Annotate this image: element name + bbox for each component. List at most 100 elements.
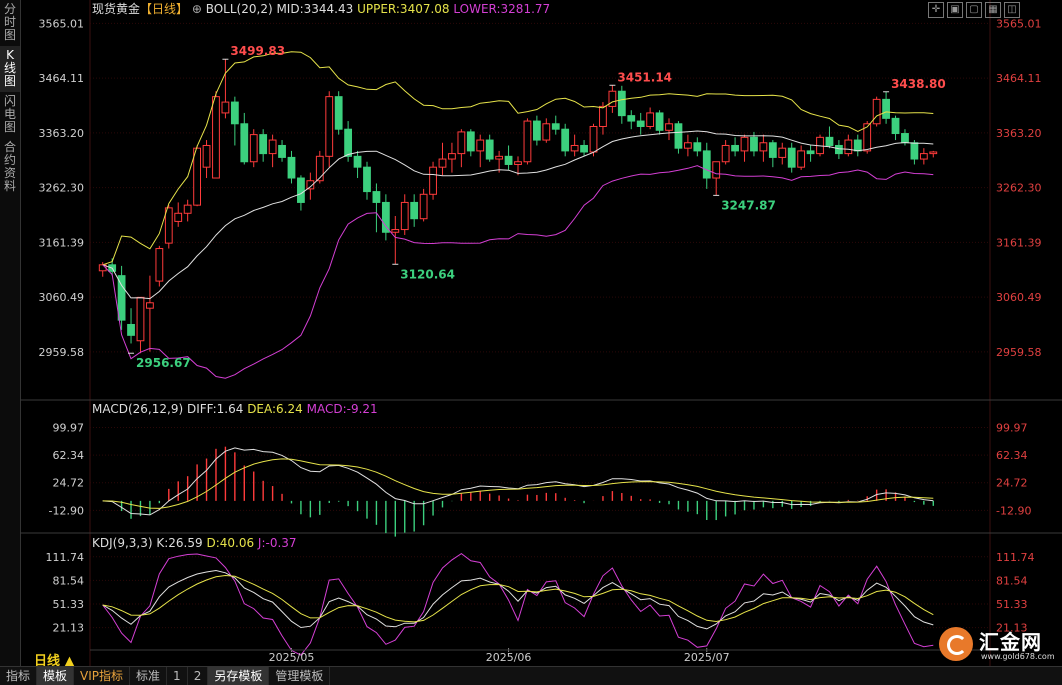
candle-body: [693, 142, 702, 152]
candle-body: [910, 142, 919, 160]
x-tick-2: 2025/07: [684, 651, 730, 664]
candle-body: [580, 144, 588, 153]
candle-body: [561, 128, 570, 152]
chart-canvas[interactable]: 3565.01 3565.01 3464.11 3464.11 3363.20 3363.…: [20, 0, 1062, 666]
candle-body: [372, 191, 381, 203]
candle-body: [466, 131, 475, 152]
kdj-d-line: [102, 574, 934, 623]
candle-body: [127, 323, 135, 336]
candle-body: [929, 151, 938, 155]
logo-icon: [939, 627, 973, 661]
candle-body: [768, 142, 777, 158]
candle-body: [570, 144, 579, 152]
annotation-1: 3451.14: [617, 70, 672, 84]
y-tick-left-4: 3161.39: [39, 236, 85, 249]
restore-icon[interactable]: ◫: [1004, 2, 1020, 18]
candle-body: [825, 136, 834, 146]
candle-body: [787, 147, 796, 168]
candle-body: [806, 150, 815, 155]
candle-body: [193, 147, 201, 206]
candle-body: [872, 98, 881, 125]
candle-body: [901, 133, 909, 144]
boll-mid-line: [102, 130, 934, 300]
y-tick-right-2: 3363.20: [996, 127, 1042, 140]
candle-body: [853, 139, 862, 152]
y-tick-right-3: 3262.30: [996, 182, 1042, 195]
candle-body: [683, 142, 692, 149]
candle-body: [363, 166, 371, 193]
side-tab-0[interactable]: 分时图: [0, 0, 20, 46]
candle-body: [212, 96, 220, 179]
y-tick-left-2: 3363.20: [39, 127, 85, 140]
candle-body: [476, 139, 485, 152]
logo-text: 汇金网: [979, 630, 1042, 654]
candle-body: [485, 139, 494, 160]
candle-body: [797, 150, 806, 168]
annotation-3: 2956.67: [136, 356, 191, 370]
candle-body: [731, 144, 739, 152]
candle-body: [174, 212, 183, 222]
candle-body: [778, 147, 787, 158]
kdj-tick-left-2: 51.33: [53, 598, 85, 611]
annotation-2: 3438.80: [891, 77, 946, 91]
side-tab-1[interactable]: K线图: [0, 46, 20, 92]
y-tick-right-1: 3464.11: [996, 72, 1042, 85]
main-header: 现货黄金【日线】 ⊕ BOLL(20,2) MID:3344.43 UPPER:…: [92, 1, 550, 16]
candle-body: [750, 136, 758, 152]
bottom-tab-4[interactable]: 1: [167, 667, 188, 685]
candle-body: [249, 134, 258, 163]
candle-body: [844, 139, 853, 155]
kdj-tick-left-0: 111.74: [46, 551, 85, 564]
zoom-in-icon[interactable]: ▣: [947, 2, 963, 18]
logo-url: www.gold678.com: [981, 652, 1055, 661]
candle-body: [381, 201, 390, 233]
y-tick-left-6: 2959.58: [39, 346, 85, 359]
candle-body: [599, 105, 607, 127]
candle-body: [136, 296, 145, 342]
bottom-tab-0[interactable]: 指标: [0, 667, 38, 685]
grid-icon[interactable]: ▦: [985, 2, 1001, 18]
candle-body: [589, 125, 598, 153]
candle-body: [919, 153, 928, 160]
bottom-tab-5[interactable]: 2: [188, 667, 209, 685]
annotation-5: 3247.87: [721, 198, 776, 212]
candle-body: [721, 144, 730, 163]
candle-body: [542, 123, 551, 141]
x-tick-1: 2025/06: [486, 651, 532, 664]
bottom-tab-7[interactable]: 管理模板: [269, 667, 331, 685]
candle-body: [448, 153, 456, 160]
candle-body: [532, 120, 541, 141]
macd-tick-left-0: 99.97: [53, 422, 85, 435]
window-icons: ✛ ▣ ▢ ▦ ◫: [928, 2, 1020, 18]
bottom-tab-6[interactable]: 另存模板: [208, 667, 270, 685]
candle-body: [297, 177, 305, 203]
macd-tick-right-1: 62.34: [996, 449, 1028, 462]
macd-tick-right-0: 99.97: [996, 422, 1028, 435]
y-tick-left-1: 3464.11: [39, 72, 85, 85]
candle-body: [419, 193, 428, 220]
bottom-tab-1[interactable]: 模板: [37, 667, 75, 685]
boll-lower-line: [102, 165, 934, 379]
candle-body: [353, 155, 362, 168]
bottom-tab-3[interactable]: 标准: [130, 667, 168, 685]
y-tick-right-6: 2959.58: [996, 346, 1042, 359]
kdj-tick-left-1: 81.54: [53, 574, 85, 587]
side-tab-3[interactable]: 合约资料: [0, 138, 20, 197]
candle-body: [410, 201, 419, 220]
macd-tick-left-2: 24.72: [53, 477, 85, 490]
side-tabs: 分时图K线图闪电图合约资料: [0, 0, 21, 666]
y-tick-right-4: 3161.39: [996, 236, 1042, 249]
candle-body: [514, 161, 522, 165]
candle-body: [183, 204, 192, 214]
zoom-out-icon[interactable]: ▢: [966, 2, 982, 18]
candle-body: [391, 229, 400, 233]
candle-body: [835, 144, 843, 155]
macd-tick-right-2: 24.72: [996, 477, 1028, 490]
bottom-tab-2[interactable]: VIP指标: [74, 667, 131, 685]
bottom-toolbar: 指标 模板 VIP指标 标准 1 2 另存模板 管理模板: [0, 666, 1062, 685]
crosshair-icon[interactable]: ✛: [928, 2, 944, 18]
candle-body: [665, 123, 673, 131]
side-tab-2[interactable]: 闪电图: [0, 92, 20, 138]
candle-body: [221, 101, 230, 114]
candle-body: [230, 101, 239, 125]
